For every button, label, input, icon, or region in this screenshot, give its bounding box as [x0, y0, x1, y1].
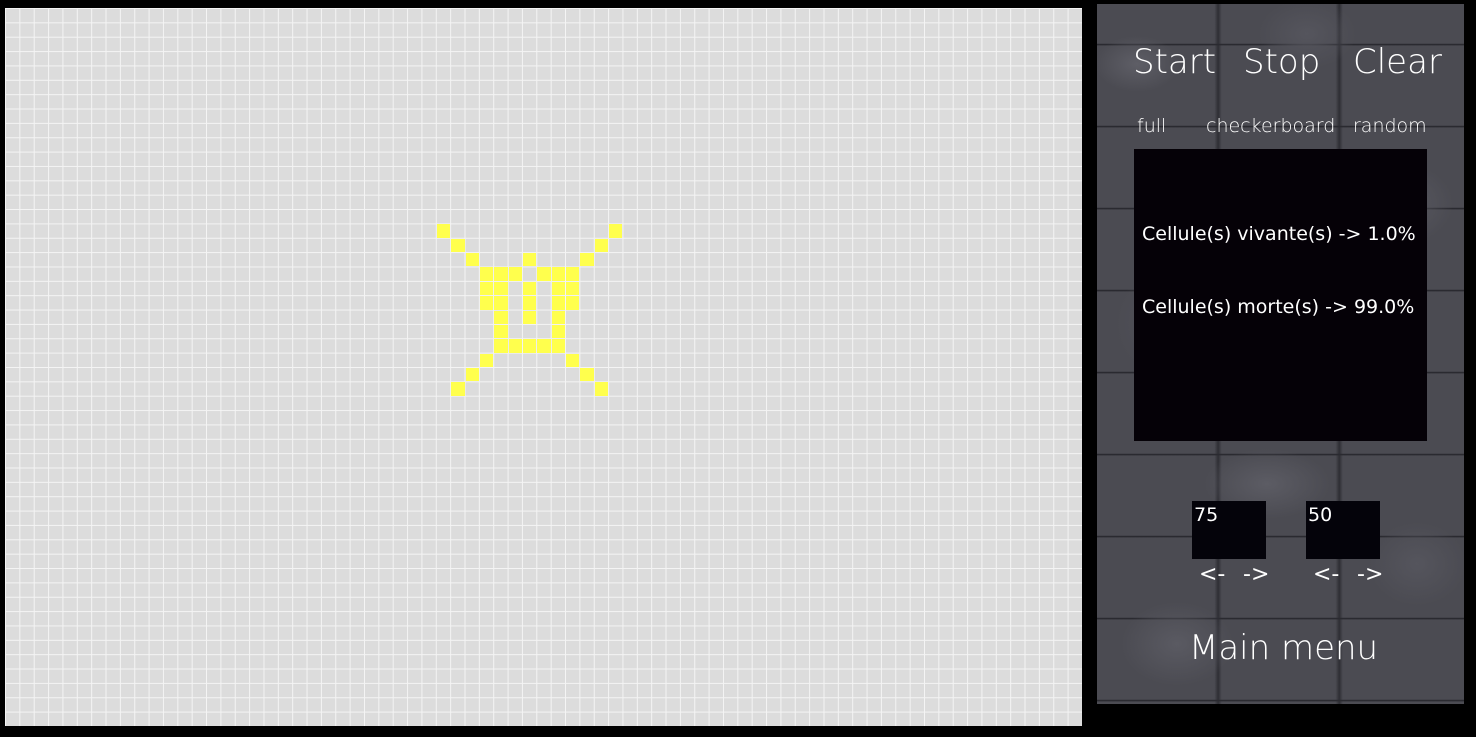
grid-width-input[interactable]: 75	[1192, 501, 1266, 559]
alive-cell[interactable]	[508, 339, 522, 353]
alive-cell[interactable]	[522, 281, 537, 296]
alive-cell[interactable]	[594, 382, 609, 396]
alive-cell[interactable]	[551, 339, 566, 353]
alive-cell[interactable]	[522, 296, 537, 310]
alive-cell[interactable]	[494, 296, 508, 310]
alive-cell[interactable]	[494, 281, 508, 296]
height-decrease-button[interactable]: <-	[1313, 562, 1339, 587]
alive-cell[interactable]	[451, 382, 465, 396]
pattern-random-button[interactable]: random	[1353, 115, 1427, 137]
alive-cell[interactable]	[551, 281, 566, 296]
alive-cell[interactable]	[609, 224, 623, 238]
alive-cell[interactable]	[479, 353, 494, 367]
alive-cell[interactable]	[566, 296, 580, 310]
alive-cell[interactable]	[465, 368, 479, 382]
alive-cell[interactable]	[479, 296, 494, 310]
alive-cell[interactable]	[494, 267, 508, 281]
alive-cell[interactable]	[465, 253, 479, 267]
pattern-checkerboard-button[interactable]: checkerboard	[1206, 115, 1335, 137]
dead-cells-stat: Cellule(s) morte(s) -> 99.0%	[1142, 296, 1415, 318]
clear-button[interactable]: Clear	[1353, 42, 1442, 82]
alive-cell[interactable]	[522, 253, 537, 267]
alive-cell[interactable]	[566, 353, 580, 367]
alive-cell[interactable]	[508, 267, 522, 281]
alive-cell[interactable]	[551, 310, 566, 324]
alive-cell[interactable]	[522, 310, 537, 324]
width-increase-button[interactable]: ->	[1243, 562, 1269, 587]
alive-cell[interactable]	[451, 238, 465, 253]
alive-cell[interactable]	[522, 339, 537, 353]
stats-panel: Cellule(s) vivante(s) -> 1.0% Cellule(s)…	[1134, 149, 1427, 441]
width-decrease-button[interactable]: <-	[1199, 562, 1225, 587]
alive-cell[interactable]	[537, 339, 551, 353]
game-grid[interactable]	[5, 8, 1082, 726]
alive-cell[interactable]	[494, 339, 508, 353]
alive-cell[interactable]	[566, 281, 580, 296]
stop-button[interactable]: Stop	[1243, 42, 1320, 82]
alive-cell[interactable]	[537, 267, 551, 281]
main-menu-button[interactable]: Main menu	[1189, 628, 1378, 668]
alive-cell[interactable]	[479, 281, 494, 296]
grid-height-input[interactable]: 50	[1306, 501, 1380, 559]
alive-cell[interactable]	[436, 224, 451, 238]
start-button[interactable]: Start	[1133, 42, 1216, 82]
height-increase-button[interactable]: ->	[1357, 562, 1383, 587]
alive-cell[interactable]	[566, 267, 580, 281]
alive-cell[interactable]	[551, 296, 566, 310]
alive-cell[interactable]	[580, 368, 594, 382]
alive-cell[interactable]	[494, 310, 508, 324]
alive-cell[interactable]	[479, 267, 494, 281]
control-panel: Start Stop Clear full checkerboard rando…	[1097, 4, 1464, 704]
alive-cell[interactable]	[580, 253, 594, 267]
alive-cell[interactable]	[494, 324, 508, 339]
alive-cell[interactable]	[551, 267, 566, 281]
alive-cell[interactable]	[551, 324, 566, 339]
pattern-full-button[interactable]: full	[1137, 115, 1166, 137]
alive-cell[interactable]	[594, 238, 609, 253]
alive-cells-stat: Cellule(s) vivante(s) -> 1.0%	[1142, 223, 1416, 245]
